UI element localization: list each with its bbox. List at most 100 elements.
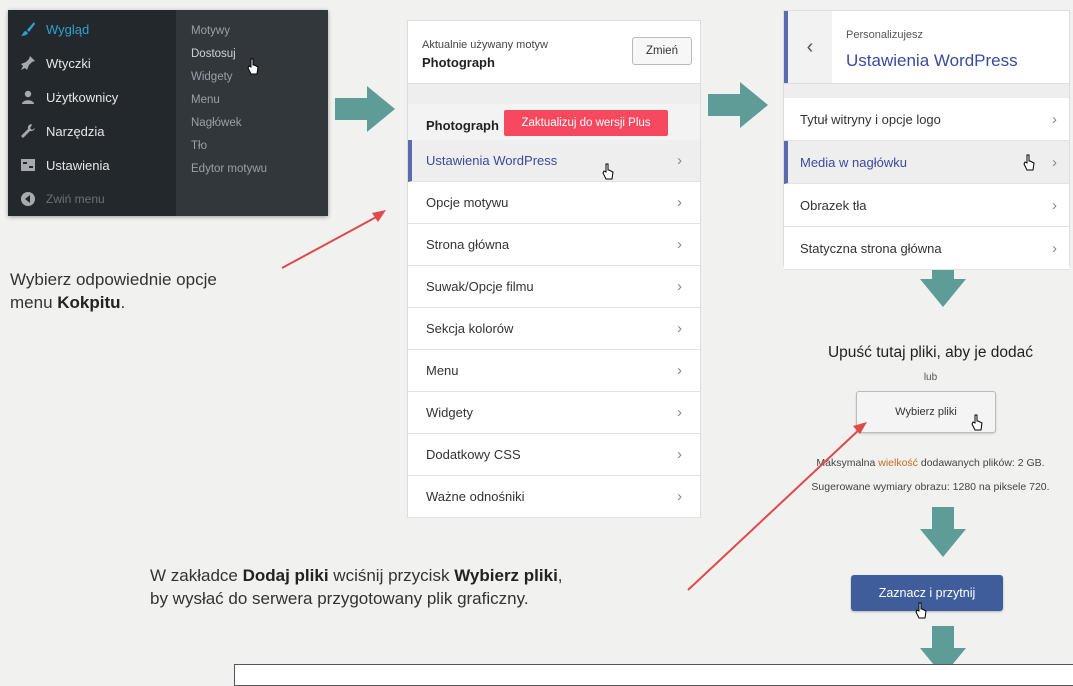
- section-colors[interactable]: Sekcja kolorów ›: [408, 308, 700, 350]
- caption-text: W zakładce: [150, 566, 243, 585]
- admin-menu-label: Zwiń menu: [46, 192, 105, 206]
- upgrade-badge[interactable]: Zaktualizuj do wersji Plus: [504, 110, 668, 136]
- row-label: Tytuł witryny i opcje logo: [800, 111, 941, 127]
- section-homepage[interactable]: Strona główna ›: [408, 224, 700, 266]
- section-label: Widgety: [426, 405, 473, 420]
- caption-line: menu Kokpitu.: [10, 291, 290, 314]
- chevron-right-icon: ›: [1052, 153, 1057, 171]
- chevron-right-icon: ›: [677, 446, 682, 463]
- chevron-left-icon: ‹: [806, 35, 814, 58]
- hand-cursor-icon: [915, 602, 927, 619]
- submenu-item-theme-editor[interactable]: Edytor motywu: [191, 157, 267, 181]
- max-upload-size: Maksymalna wielkość dodawanych plików: 2…: [788, 457, 1073, 469]
- suggested-dimensions: Sugerowane wymiary obrazu: 1280 na pikse…: [811, 481, 1050, 493]
- max-size-prefix: Maksymalna: [816, 457, 879, 469]
- change-theme-button[interactable]: Zmień: [632, 37, 692, 65]
- submenu-item-menus[interactable]: Menu: [191, 88, 220, 112]
- chevron-right-icon: ›: [677, 278, 682, 295]
- chevron-right-icon: ›: [1052, 239, 1057, 257]
- current-theme-caption: Aktualnie używany motyw: [422, 39, 548, 51]
- caption-text: .: [120, 293, 126, 312]
- submenu-item-themes[interactable]: Motywy: [191, 19, 230, 43]
- hand-cursor-icon: [1023, 154, 1035, 171]
- chevron-right-icon: ›: [677, 320, 682, 337]
- chevron-right-icon: ›: [1052, 196, 1057, 214]
- section-label: Dodatkowy CSS: [426, 447, 521, 462]
- submenu-item-background[interactable]: Tło: [191, 134, 207, 158]
- drop-files-text: Upuść tutaj pliki, aby je dodać: [827, 344, 1034, 361]
- admin-menu-item-users[interactable]: Użytkownicy: [8, 80, 176, 114]
- submenu-item-header[interactable]: Nagłówek: [191, 111, 242, 135]
- section-label: Sekcja kolorów: [426, 321, 514, 336]
- submenu-item-customize[interactable]: Dostosuj: [191, 42, 236, 66]
- admin-menu-label: Użytkownicy: [46, 89, 119, 105]
- panel-title: Ustawienia WordPress: [846, 51, 1018, 70]
- caption-bold: Wybierz pliki: [454, 566, 558, 585]
- section-additional-css[interactable]: Dodatkowy CSS ›: [408, 434, 700, 476]
- separator: [408, 84, 700, 104]
- section-menu[interactable]: Menu ›: [408, 350, 700, 392]
- callout-line: [281, 214, 381, 269]
- back-button[interactable]: ‹: [784, 11, 832, 83]
- chevron-right-icon: ›: [1052, 110, 1057, 128]
- caption-text: wciśnij przycisk: [328, 566, 455, 585]
- caption-text: menu: [10, 293, 58, 312]
- section-widgets[interactable]: Widgety ›: [408, 392, 700, 434]
- caption-line: Wybierz odpowiednie opcje: [10, 270, 217, 289]
- section-important-links[interactable]: Ważne odnośniki ›: [408, 476, 700, 518]
- admin-menu-label: Ustawienia: [46, 157, 110, 173]
- submenu-item-widgets[interactable]: Widgety: [191, 65, 233, 89]
- chevron-right-icon: ›: [677, 404, 682, 421]
- admin-menu-label: Wtyczki: [46, 55, 91, 71]
- caption-select-files: W zakładce Dodaj pliki wciśnij przycisk …: [150, 564, 750, 610]
- chevron-right-icon: ›: [677, 194, 682, 211]
- admin-menu-item-appearance[interactable]: Wygląd: [8, 12, 176, 46]
- chevron-right-icon: ›: [677, 236, 682, 253]
- admin-submenu: Motywy Dostosuj Widgety Menu Nagłówek Tł…: [176, 10, 328, 216]
- arrow-down-icon: [920, 507, 966, 557]
- caption-bold: Kokpitu: [57, 293, 121, 312]
- admin-menu-panel: Wygląd Wtyczki Użytkownicy Narzędzia Ust…: [8, 10, 328, 216]
- admin-menu-item-plugins[interactable]: Wtyczki: [8, 46, 176, 80]
- section-label: Ważne odnośniki: [426, 489, 525, 504]
- section-wordpress-settings[interactable]: Ustawienia WordPress ›: [408, 140, 700, 182]
- customizer-panel: Aktualnie używany motyw Photograph Zmień…: [407, 20, 701, 518]
- site-identity-row[interactable]: Tytuł witryny i opcje logo ›: [784, 98, 1069, 141]
- section-theme-options[interactable]: Opcje motywu ›: [408, 182, 700, 224]
- next-step-panel-edge: [234, 664, 1073, 686]
- caption-dashboard-menu: Wybierz odpowiednie opcje menu Kokpitu.: [10, 268, 290, 314]
- hand-cursor-icon: [971, 414, 983, 431]
- chevron-right-icon: ›: [677, 362, 682, 379]
- section-label: Ustawienia WordPress: [426, 153, 558, 168]
- users-icon: [22, 90, 34, 104]
- row-label: Media w nagłówku: [800, 154, 907, 170]
- wrench-icon: [21, 124, 35, 138]
- admin-menu-item-tools[interactable]: Narzędzia: [8, 114, 176, 148]
- background-image-row[interactable]: Obrazek tła ›: [784, 184, 1069, 227]
- current-theme-header: Aktualnie używany motyw Photograph Zmień: [408, 21, 700, 84]
- section-slider-options[interactable]: Suwak/Opcje filmu ›: [408, 266, 700, 308]
- paintbrush-icon: [21, 22, 35, 36]
- admin-menu-label: Narzędzia: [46, 123, 105, 139]
- static-front-page-row[interactable]: Statyczna strona główna ›: [784, 227, 1069, 270]
- crop-button-label: Zaznacz i przytnij: [878, 586, 976, 600]
- section-label: Suwak/Opcje filmu: [426, 279, 534, 294]
- max-size-highlight: wielkość: [878, 457, 918, 469]
- site-settings-header: ‹ Personalizujesz Ustawienia WordPress: [784, 11, 1069, 84]
- caption-text: ,: [557, 566, 563, 585]
- admin-menu-label: Wygląd: [46, 21, 90, 37]
- site-settings-panel: ‹ Personalizujesz Ustawienia WordPress T…: [783, 10, 1070, 270]
- admin-menu-item-settings[interactable]: Ustawienia: [8, 148, 176, 182]
- arrow-right-icon: [335, 86, 395, 132]
- collapse-icon: [21, 192, 35, 206]
- admin-sidebar: Wygląd Wtyczki Użytkownicy Narzędzia Ust…: [8, 10, 176, 216]
- section-label: Opcje motywu: [426, 195, 509, 210]
- current-theme-name: Photograph: [422, 55, 495, 70]
- row-label: Obrazek tła: [800, 197, 867, 213]
- theme-row-label: Photograph: [426, 118, 499, 133]
- arrow-right-icon: [708, 82, 768, 128]
- row-label: Statyczna strona główna: [800, 240, 942, 256]
- admin-menu-collapse[interactable]: Zwiń menu: [8, 182, 176, 216]
- caption-line: by wysłać do serwera przygotowany plik g…: [150, 589, 529, 608]
- chevron-right-icon: ›: [677, 152, 682, 169]
